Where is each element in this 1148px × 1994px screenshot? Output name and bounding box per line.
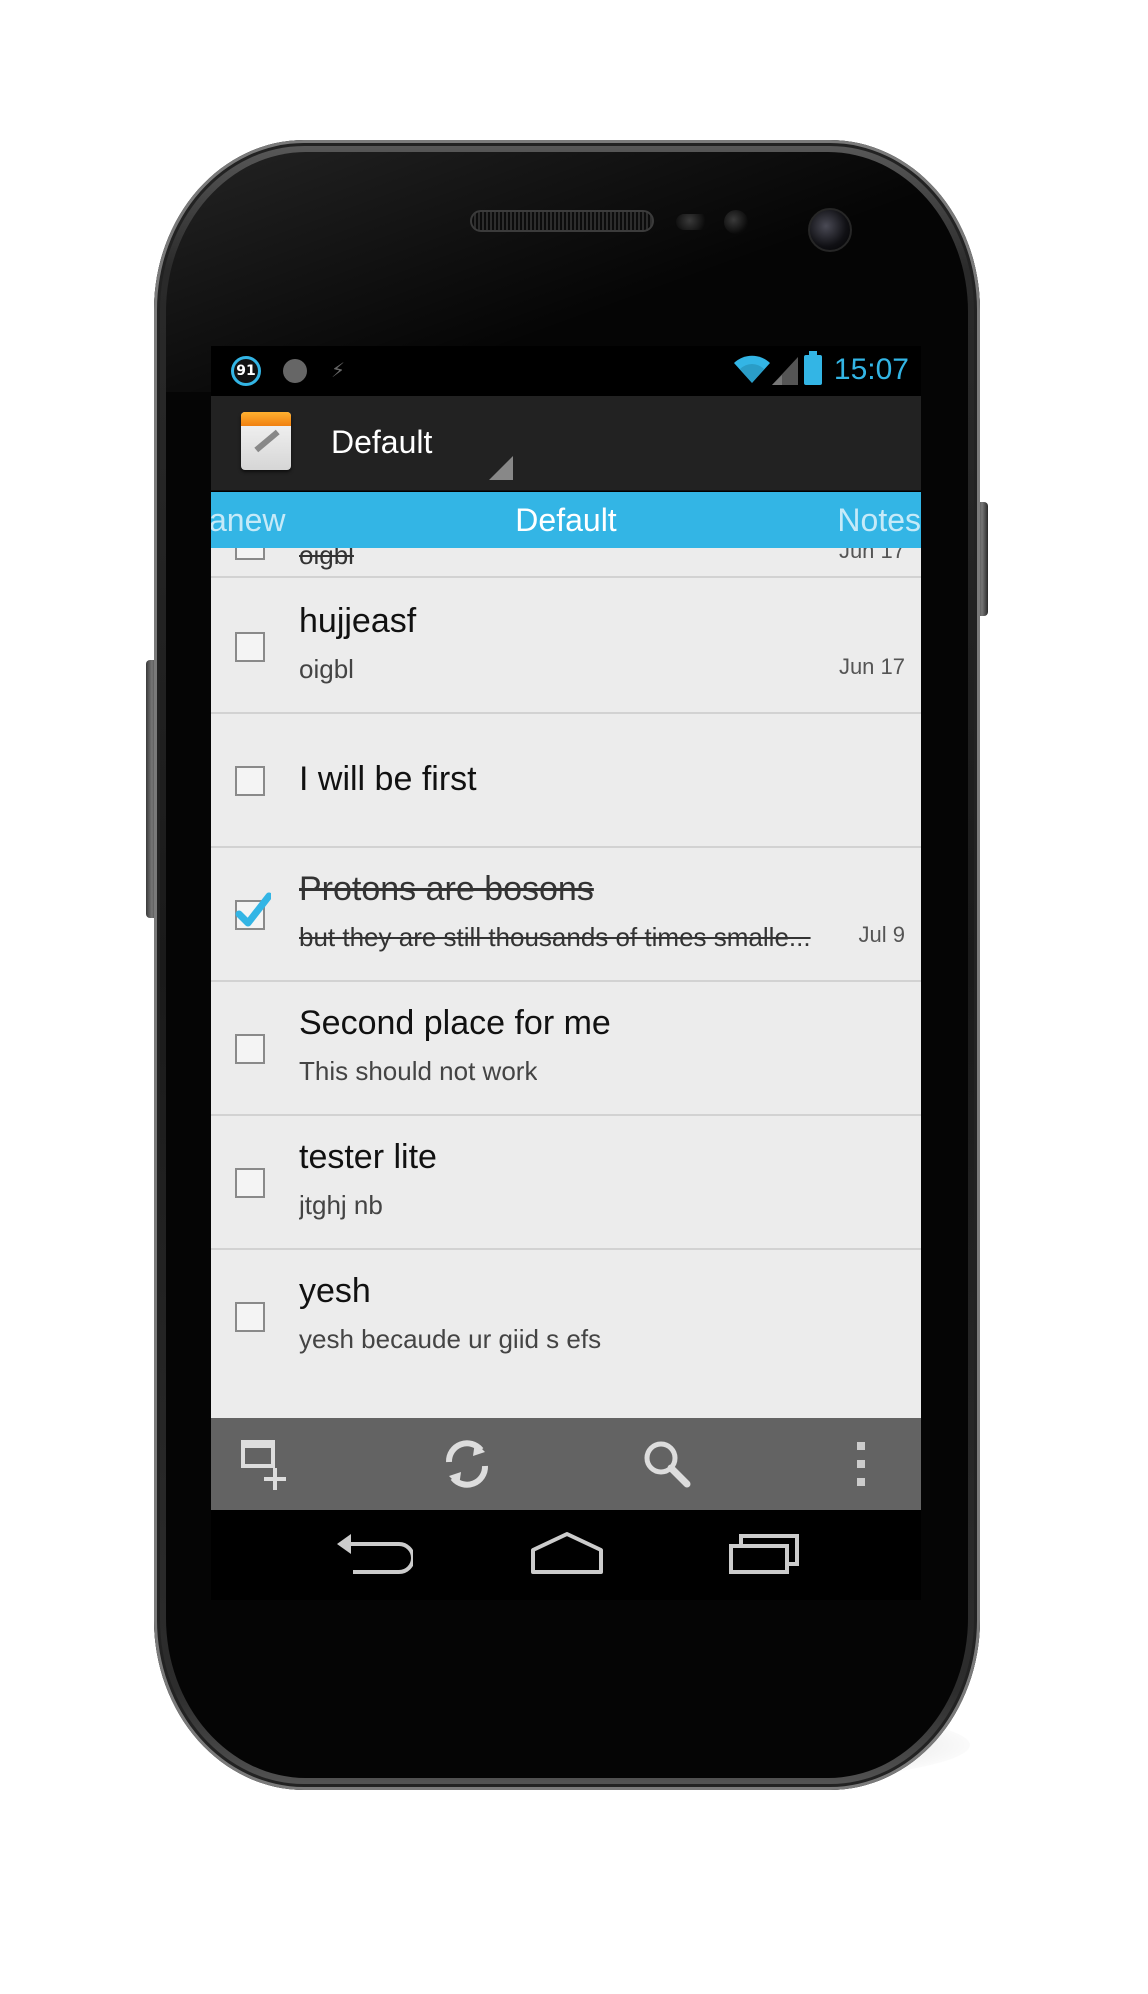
- task-note: oigbl: [299, 654, 354, 684]
- task-title: Protons are bosons: [299, 870, 594, 908]
- list-tabs: anew Default Notes: [211, 492, 921, 548]
- task-row[interactable]: tester lite jtghj nb: [211, 1116, 921, 1250]
- list-selector[interactable]: Default: [331, 424, 432, 461]
- phone-screen: 91 ⚡ 15:07 Default anew Default Notes oi…: [211, 346, 921, 1600]
- search-icon[interactable]: [637, 1434, 697, 1494]
- task-checkbox[interactable]: [235, 1034, 265, 1064]
- task-title: I will be first: [299, 760, 477, 798]
- task-checkbox[interactable]: [235, 766, 265, 796]
- app-icon[interactable]: [241, 412, 291, 470]
- task-checkbox[interactable]: [235, 1168, 265, 1198]
- checkmark-icon: [235, 892, 271, 927]
- tab-current[interactable]: Default: [211, 502, 921, 539]
- task-note: This should not work: [299, 1056, 538, 1086]
- home-icon[interactable]: [527, 1528, 607, 1578]
- overflow-menu-icon[interactable]: [831, 1434, 891, 1494]
- task-date: Jun 17: [838, 548, 905, 563]
- system-nav-bar: [211, 1510, 921, 1600]
- clock: 15:07: [833, 353, 909, 386]
- back-icon[interactable]: [333, 1528, 413, 1578]
- task-note: yesh becaude ur giid s efs: [299, 1324, 602, 1354]
- task-date: Jun 17: [838, 654, 905, 679]
- proximity-sensor: [676, 214, 710, 230]
- task-row[interactable]: Protons are bosons but they are still th…: [211, 848, 921, 982]
- wifi-icon: [733, 355, 770, 383]
- notification-count-badge: 91: [231, 356, 261, 386]
- status-bar: 91 ⚡ 15:07: [211, 346, 921, 396]
- app-notification-icon: [283, 359, 307, 383]
- task-row[interactable]: I will be first: [211, 714, 921, 848]
- task-note: oigbl: [299, 548, 354, 570]
- task-row[interactable]: hujjeasf oigbl Jun 17: [211, 580, 921, 714]
- bottom-action-bar: [211, 1418, 921, 1510]
- front-camera: [808, 208, 852, 252]
- task-row[interactable]: Second place for me This should not work: [211, 982, 921, 1116]
- pencil-icon: [254, 429, 280, 453]
- sync-icon[interactable]: [437, 1434, 497, 1494]
- dropdown-indicator-icon[interactable]: [489, 456, 513, 480]
- action-bar: Default: [211, 396, 921, 491]
- earpiece-speaker: [470, 210, 654, 232]
- task-note: but they are still thousands of times sm…: [299, 922, 811, 952]
- device-photo: 91 ⚡ 15:07 Default anew Default Notes oi…: [0, 0, 1148, 1994]
- signal-icon: [771, 357, 798, 385]
- task-title: yesh: [299, 1272, 371, 1310]
- task-note: jtghj nb: [299, 1190, 383, 1220]
- task-date: Jul 9: [858, 922, 905, 947]
- status-right-group: 15:07: [732, 350, 909, 390]
- usb-debug-icon: ⚡: [331, 358, 346, 382]
- task-checkbox[interactable]: [235, 632, 265, 662]
- task-title: tester lite: [299, 1138, 437, 1176]
- task-checkbox[interactable]: [235, 892, 271, 930]
- tab-next[interactable]: Notes: [837, 502, 921, 539]
- task-checkbox[interactable]: [235, 1302, 265, 1332]
- task-title: Second place for me: [299, 1004, 611, 1042]
- task-row[interactable]: yesh yesh becaude ur giid s efs: [211, 1250, 921, 1384]
- battery-icon: [803, 351, 822, 385]
- task-checkbox[interactable]: [235, 548, 265, 560]
- task-row[interactable]: oigbl Jun 17: [211, 548, 921, 578]
- task-title: hujjeasf: [299, 602, 417, 640]
- light-sensor: [724, 210, 748, 234]
- recents-icon[interactable]: [725, 1528, 805, 1578]
- task-list: oigbl Jun 17 hujjeasf oigbl Jun 17 I wil…: [211, 548, 921, 1418]
- add-task-icon[interactable]: [239, 1434, 299, 1494]
